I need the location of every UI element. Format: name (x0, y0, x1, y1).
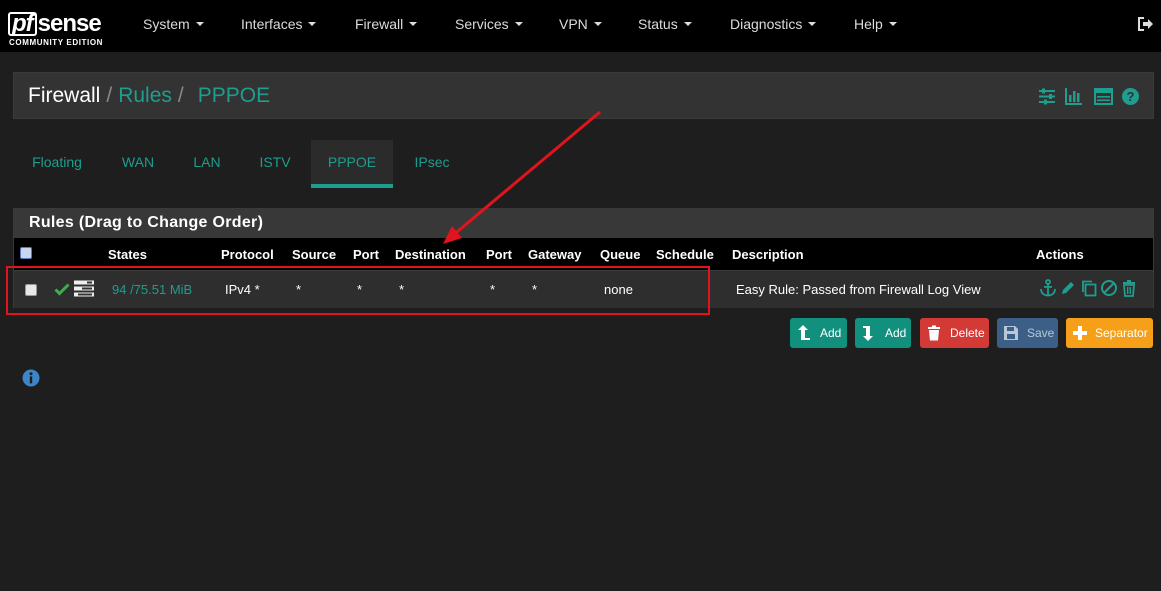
breadcrumb: Firewall / Rules / PPPOE (28, 84, 270, 108)
check-icon[interactable] (54, 281, 70, 297)
queue-value: none (604, 282, 633, 297)
info-circle-icon[interactable] (22, 369, 40, 387)
tab-istv[interactable]: ISTV (248, 140, 302, 188)
column-header: Actions (1036, 247, 1084, 262)
column-header[interactable]: Protocol (221, 247, 274, 262)
logo-subtitle: COMMUNITY EDITION (9, 38, 104, 47)
nav-status[interactable]: Status (638, 0, 692, 52)
level-down-icon (863, 326, 873, 341)
breadcrumb-pppoe[interactable]: PPPOE (198, 84, 270, 107)
add-rule-bottom-button[interactable]: Add (855, 318, 911, 348)
source-value: * (296, 282, 302, 297)
floppy-icon (1004, 326, 1018, 340)
question-circle-icon[interactable]: ? (1121, 87, 1140, 106)
gateway-value: * (532, 282, 538, 297)
svg-text:?: ? (1127, 89, 1135, 104)
logo-wordmark: sense (37, 10, 102, 37)
top-navbar: pf sense COMMUNITY EDITION System Interfa… (0, 0, 1161, 52)
tab-ipsec[interactable]: IPsec (403, 140, 461, 188)
breadcrumb-rules[interactable]: Rules (118, 84, 172, 107)
column-header[interactable]: Queue (600, 247, 640, 262)
logo-pf-mark: pf (8, 12, 37, 36)
rules-table-header: States Protocol Source Port Destination … (14, 238, 1153, 270)
rules-heading: Rules (Drag to Change Order) (14, 209, 1153, 238)
source-port-value: * (357, 282, 363, 297)
copy-icon[interactable] (1080, 279, 1098, 297)
ban-icon[interactable] (1100, 279, 1118, 297)
rules-panel: Rules (Drag to Change Order) States Prot… (13, 208, 1154, 308)
nav-help[interactable]: Help (854, 0, 897, 52)
anchor-icon[interactable] (1039, 279, 1057, 297)
nav-interfaces[interactable]: Interfaces (241, 0, 317, 52)
tab-wan[interactable]: WAN (108, 140, 168, 188)
level-up-icon (798, 325, 810, 340)
caret-down-icon (308, 22, 317, 27)
protocol-value: IPv4 * (225, 282, 260, 297)
add-separator-button[interactable]: Separator (1066, 318, 1153, 348)
column-header[interactable]: States (108, 247, 147, 262)
trash-icon[interactable] (1120, 279, 1138, 297)
sliders-icon[interactable] (1038, 87, 1057, 106)
states-value[interactable]: 94 /75.51 MiB (112, 282, 192, 297)
destination-value: * (399, 282, 405, 297)
add-rule-top-button[interactable]: Add (790, 318, 847, 348)
tasks-icon[interactable] (74, 280, 94, 297)
plus-icon (1073, 326, 1087, 340)
caret-down-icon (683, 22, 692, 27)
column-header[interactable]: Destination (395, 247, 466, 262)
caret-down-icon (888, 22, 897, 27)
column-header[interactable]: Port (353, 247, 379, 262)
caret-down-icon (808, 22, 817, 27)
breadcrumb-panel: Firewall / Rules / PPPOE ? (13, 72, 1154, 119)
select-all-checkbox[interactable] (20, 247, 32, 259)
nav-diagnostics[interactable]: Diagnostics (730, 0, 817, 52)
caret-down-icon (593, 22, 602, 27)
description-value: Easy Rule: Passed from Firewall Log View (736, 282, 981, 297)
table-row[interactable]: 94 /75.51 MiB IPv4 * * * * * * none Easy… (14, 270, 1153, 308)
caret-down-icon (409, 22, 418, 27)
destination-port-value: * (490, 282, 496, 297)
column-header[interactable]: Gateway (528, 247, 581, 262)
nav-vpn[interactable]: VPN (559, 0, 602, 52)
breadcrumb-separator: / (106, 84, 113, 107)
nav-system[interactable]: System (143, 0, 204, 52)
column-header[interactable]: Description (732, 247, 804, 262)
row-select-checkbox[interactable] (25, 284, 37, 296)
sign-out-icon[interactable] (1136, 15, 1154, 33)
bar-chart-icon[interactable] (1064, 87, 1083, 106)
table-icon[interactable] (1094, 87, 1113, 106)
caret-down-icon (195, 22, 204, 27)
column-header[interactable]: Schedule (656, 247, 714, 262)
column-header[interactable]: Port (486, 247, 512, 262)
trash-icon (928, 325, 940, 341)
tab-pppoe[interactable]: PPPOE (311, 140, 393, 188)
tab-floating[interactable]: Floating (18, 140, 96, 188)
nav-firewall[interactable]: Firewall (355, 0, 418, 52)
delete-button[interactable]: Delete (920, 318, 989, 348)
tab-lan[interactable]: LAN (180, 140, 234, 188)
pencil-icon[interactable] (1059, 279, 1077, 297)
nav-services[interactable]: Services (455, 0, 523, 52)
breadcrumb-firewall: Firewall (28, 84, 101, 107)
caret-down-icon (514, 22, 523, 27)
save-button[interactable]: Save (997, 318, 1058, 348)
breadcrumb-separator: / (177, 84, 184, 107)
pfsense-logo[interactable]: pf sense COMMUNITY EDITION (6, 8, 118, 48)
column-header[interactable]: Source (292, 247, 336, 262)
